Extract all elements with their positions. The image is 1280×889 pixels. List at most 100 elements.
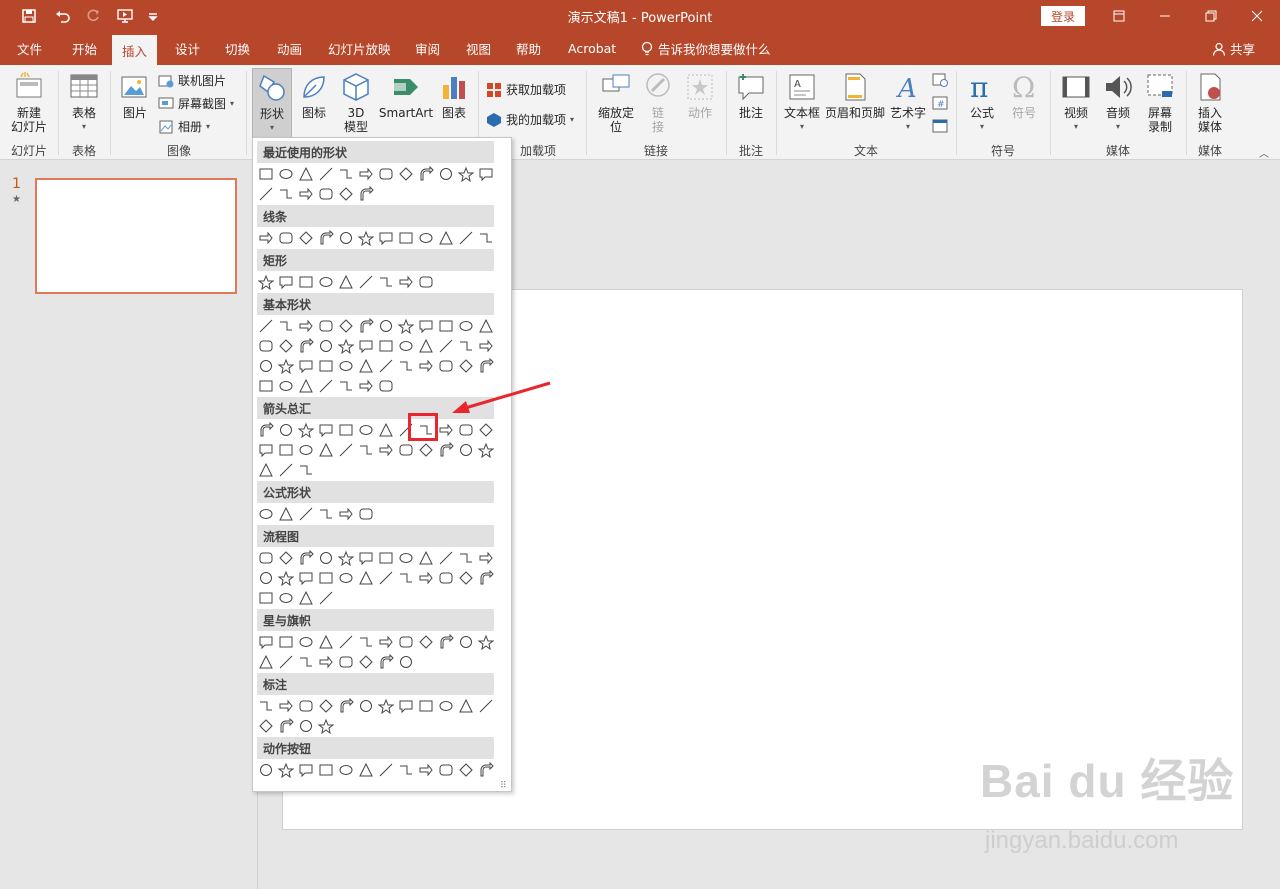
shape-item[interactable] xyxy=(476,420,496,440)
shape-item[interactable] xyxy=(336,696,356,716)
shape-item[interactable] xyxy=(376,632,396,652)
tab-help[interactable]: 帮助 xyxy=(516,32,541,65)
shape-item[interactable] xyxy=(476,336,496,356)
shape-item[interactable] xyxy=(396,316,416,336)
insert-media-button[interactable]: 插入 媒体 xyxy=(1190,71,1230,134)
tab-file[interactable]: 文件 xyxy=(17,32,42,65)
shape-item[interactable] xyxy=(276,588,296,608)
shape-item[interactable] xyxy=(296,568,316,588)
shape-item[interactable] xyxy=(276,504,296,524)
shape-item[interactable] xyxy=(296,316,316,336)
shape-item[interactable] xyxy=(296,164,316,184)
shape-item[interactable] xyxy=(376,272,396,292)
shape-item[interactable] xyxy=(356,548,376,568)
shape-item[interactable] xyxy=(416,316,436,336)
online-picture-button[interactable]: 联机图片 xyxy=(158,72,226,89)
shape-item[interactable] xyxy=(356,760,376,780)
shape-item[interactable] xyxy=(416,760,436,780)
shape-item[interactable] xyxy=(316,760,336,780)
my-addins-button[interactable]: 我的加载项 ▾ xyxy=(486,111,574,128)
shape-item[interactable] xyxy=(436,420,456,440)
shape-item[interactable] xyxy=(336,652,356,672)
shape-item[interactable] xyxy=(316,164,336,184)
shape-item[interactable] xyxy=(336,568,356,588)
shape-item[interactable] xyxy=(336,228,356,248)
shape-item[interactable] xyxy=(356,440,376,460)
shape-item[interactable] xyxy=(296,272,316,292)
shape-item[interactable] xyxy=(316,420,336,440)
shape-item[interactable] xyxy=(256,272,276,292)
shape-item[interactable] xyxy=(476,568,496,588)
shape-item[interactable] xyxy=(356,420,376,440)
shape-item[interactable] xyxy=(476,356,496,376)
shape-item[interactable] xyxy=(456,316,476,336)
shape-item[interactable] xyxy=(256,652,276,672)
shape-item[interactable] xyxy=(256,440,276,460)
minimize-icon[interactable] xyxy=(1142,0,1188,32)
shape-item[interactable] xyxy=(436,228,456,248)
shape-item[interactable] xyxy=(296,460,316,480)
shape-item[interactable] xyxy=(256,316,276,336)
get-addins-button[interactable]: 获取加载项 xyxy=(486,81,566,98)
shape-item[interactable] xyxy=(256,356,276,376)
shape-item[interactable] xyxy=(416,272,436,292)
zoom-button[interactable]: 缩放定 位 xyxy=(592,71,640,134)
shape-item[interactable] xyxy=(256,548,276,568)
shape-item[interactable] xyxy=(356,336,376,356)
shape-item[interactable] xyxy=(336,760,356,780)
shape-item[interactable] xyxy=(296,336,316,356)
tab-home[interactable]: 开始 xyxy=(72,32,97,65)
shape-item[interactable] xyxy=(376,356,396,376)
shape-item[interactable] xyxy=(276,228,296,248)
shape-item[interactable] xyxy=(476,316,496,336)
shape-item[interactable] xyxy=(376,316,396,336)
shape-item[interactable] xyxy=(296,504,316,524)
shape-item[interactable] xyxy=(436,568,456,588)
shape-item[interactable] xyxy=(316,316,336,336)
ribbon-display-options-icon[interactable] xyxy=(1096,0,1142,32)
shape-item[interactable] xyxy=(436,336,456,356)
restore-icon[interactable] xyxy=(1188,0,1234,32)
shape-item[interactable] xyxy=(416,696,436,716)
tab-slideshow[interactable]: 幻灯片放映 xyxy=(328,32,391,65)
tab-insert[interactable]: 插入 xyxy=(112,35,158,65)
shape-item[interactable] xyxy=(276,716,296,736)
shape-item[interactable] xyxy=(436,440,456,460)
shape-item[interactable] xyxy=(436,316,456,336)
smartart-button[interactable]: SmartArt xyxy=(378,71,434,120)
shape-item[interactable] xyxy=(336,336,356,356)
shape-item[interactable] xyxy=(276,460,296,480)
shape-item[interactable] xyxy=(276,568,296,588)
login-button[interactable]: 登录 xyxy=(1041,6,1085,26)
shape-item[interactable] xyxy=(456,336,476,356)
shape-item[interactable] xyxy=(316,504,336,524)
shape-item[interactable] xyxy=(396,760,416,780)
shape-item[interactable] xyxy=(436,164,456,184)
table-button[interactable]: 表格 ▾ xyxy=(62,71,106,134)
shape-item[interactable] xyxy=(336,420,356,440)
shape-item[interactable] xyxy=(296,376,316,396)
shape-item[interactable] xyxy=(396,440,416,460)
shape-item[interactable] xyxy=(256,716,276,736)
shape-item[interactable] xyxy=(436,356,456,376)
picture-button[interactable]: 图片 xyxy=(116,71,154,120)
shape-item[interactable] xyxy=(376,420,396,440)
shape-item[interactable] xyxy=(376,652,396,672)
audio-button[interactable]: 音频 ▾ xyxy=(1098,71,1138,134)
date-time-button[interactable] xyxy=(932,72,948,88)
shape-item[interactable] xyxy=(396,164,416,184)
wordart-button[interactable]: A 艺术字 ▾ xyxy=(888,71,928,134)
shape-item[interactable] xyxy=(276,164,296,184)
shape-item[interactable] xyxy=(276,440,296,460)
shape-item[interactable] xyxy=(376,376,396,396)
shape-item[interactable] xyxy=(316,272,336,292)
shape-item[interactable] xyxy=(296,356,316,376)
shape-item[interactable] xyxy=(396,356,416,376)
shape-item[interactable] xyxy=(356,376,376,396)
shape-item[interactable] xyxy=(356,272,376,292)
shape-item[interactable] xyxy=(256,184,276,204)
shape-item[interactable] xyxy=(336,440,356,460)
shape-item[interactable] xyxy=(316,184,336,204)
shape-item[interactable] xyxy=(376,440,396,460)
shape-item[interactable] xyxy=(276,548,296,568)
